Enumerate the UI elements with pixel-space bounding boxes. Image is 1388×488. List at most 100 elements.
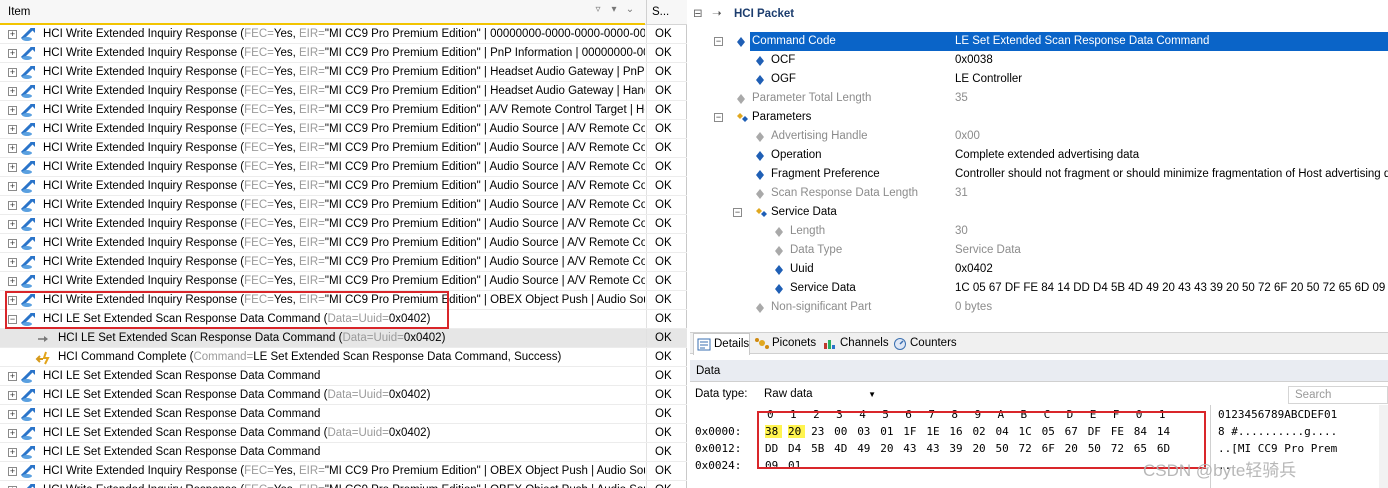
expand-icon[interactable]: + — [8, 277, 17, 286]
column-header-item[interactable]: Item — [8, 6, 30, 18]
packet-row-status: OK — [646, 329, 687, 347]
property-row[interactable]: Scan Response Data Length 31 — [690, 184, 1388, 203]
collapse-icon[interactable]: − — [714, 37, 723, 46]
hex-offset: 0x0012: — [695, 442, 742, 455]
expand-icon[interactable]: + — [8, 49, 17, 58]
expand-icon[interactable]: + — [8, 410, 17, 419]
packet-row[interactable]: +HCI Write Extended Inquiry Response (FE… — [0, 63, 687, 82]
property-row[interactable]: Length 30 — [690, 222, 1388, 241]
expand-icon[interactable]: + — [8, 429, 17, 438]
property-row[interactable]: − Command Code LE Set Extended Scan Respon… — [690, 32, 1388, 51]
gray-diamond-icon — [736, 93, 746, 104]
expand-icon[interactable]: + — [8, 220, 17, 229]
expand-icon[interactable]: + — [8, 68, 17, 77]
packet-row[interactable]: + HCI LE Set Extended Scan Response Data … — [0, 367, 687, 386]
property-row[interactable]: Operation Complete extended advertising d… — [690, 146, 1388, 165]
packet-row[interactable]: +HCI Write Extended Inquiry Response (FE… — [0, 101, 687, 120]
chevron-down-icon[interactable]: ⌄ — [622, 4, 638, 15]
packet-row[interactable]: + HCI LE Set Extended Scan Response Data … — [0, 386, 687, 405]
tab-channels[interactable]: Channels — [820, 333, 889, 354]
tab-counters[interactable]: Counters — [890, 333, 962, 354]
packet-row-status: OK — [646, 310, 687, 328]
tab-piconets[interactable]: Piconets — [752, 333, 818, 354]
tab-details[interactable]: Details — [693, 333, 750, 355]
packet-row-status: OK — [646, 177, 687, 195]
hex-offset: 0x0024: — [695, 459, 742, 472]
packet-out-icon — [20, 407, 37, 422]
property-row[interactable]: − Parameters — [690, 108, 1388, 127]
packet-row-status: OK — [646, 196, 687, 214]
packet-row-dim1: FEC= — [244, 199, 274, 211]
arrow-right-icon — [35, 331, 51, 346]
collapse-icon[interactable]: − — [714, 113, 723, 122]
hex-ascii[interactable]: ..[MI CC9 Pro Prem — [1218, 442, 1337, 455]
packet-row-rest: "MI CC9 Pro Premium Edition" | Audio Sou… — [324, 161, 645, 173]
column-header-status[interactable]: S... — [646, 0, 687, 25]
packet-row-dim2: EIR= — [299, 85, 325, 97]
data-type-select[interactable]: Raw data ▼ — [760, 385, 880, 405]
hex-scrollbar[interactable] — [1379, 405, 1388, 488]
packet-out-icon — [20, 388, 37, 403]
property-value: 1C 05 67 DF FE 84 14 DD D4 5B 4D 49 20 4… — [955, 282, 1388, 294]
expand-icon[interactable]: + — [8, 87, 17, 96]
packet-row-status: OK — [646, 234, 687, 252]
property-row[interactable]: − Service Data — [690, 203, 1388, 222]
packet-row[interactable]: HCI LE Set Extended Scan Response Data C… — [0, 329, 687, 348]
packet-row[interactable]: + HCI LE Set Extended Scan Response Data … — [0, 405, 687, 424]
expand-icon[interactable]: + — [8, 372, 17, 381]
packet-row[interactable]: +HCI Write Extended Inquiry Response (FE… — [0, 462, 687, 481]
packet-row-main: HCI Write Extended Inquiry Response ( — [43, 66, 245, 78]
packet-row[interactable]: +HCI Write Extended Inquiry Response (FE… — [0, 481, 687, 488]
packet-row[interactable]: +HCI Write Extended Inquiry Response (FE… — [0, 253, 687, 272]
blue-diamond-icon — [755, 74, 765, 85]
expand-icon[interactable]: + — [8, 467, 17, 476]
expand-icon[interactable]: + — [8, 163, 17, 172]
collapse-icon[interactable]: ⊟ — [693, 5, 703, 24]
property-row[interactable]: Uuid 0x0402 — [690, 260, 1388, 279]
packet-row[interactable]: HCI Command Complete (Command=LE Set Ext… — [0, 348, 687, 367]
packet-row[interactable]: +HCI Write Extended Inquiry Response (FE… — [0, 196, 687, 215]
expand-icon[interactable]: + — [8, 106, 17, 115]
packet-row[interactable]: +HCI Write Extended Inquiry Response (FE… — [0, 139, 687, 158]
packet-row[interactable]: +HCI Write Extended Inquiry Response (FE… — [0, 177, 687, 196]
packet-row[interactable]: + HCI LE Set Extended Scan Response Data … — [0, 424, 687, 443]
packet-row-main: HCI LE Set Extended Scan Response Data C… — [43, 370, 321, 382]
property-row[interactable]: Data Type Service Data — [690, 241, 1388, 260]
packet-row[interactable]: +HCI Write Extended Inquiry Response (FE… — [0, 44, 687, 63]
packet-row[interactable]: +HCI Write Extended Inquiry Response (FE… — [0, 272, 687, 291]
packet-row-v1: Yes, — [273, 465, 300, 477]
packet-row[interactable]: +HCI Write Extended Inquiry Response (FE… — [0, 158, 687, 177]
property-row[interactable]: Parameter Total Length 35 — [690, 89, 1388, 108]
filter-icon[interactable]: ▿ — [590, 4, 606, 15]
ascii-column-header: 0123456789ABCDEF01 — [1218, 408, 1338, 421]
expand-icon[interactable]: + — [8, 391, 17, 400]
packet-row[interactable]: +HCI Write Extended Inquiry Response (FE… — [0, 120, 687, 139]
expand-icon[interactable]: + — [8, 239, 17, 248]
property-row[interactable]: Fragment Preference Controller should not… — [690, 165, 1388, 184]
packet-row[interactable]: + HCI Write Extended Inquiry Response (FE… — [0, 215, 687, 234]
property-row[interactable]: Service Data 1C 05 67 DF FE 84 14 DD D4 5… — [690, 279, 1388, 298]
property-row[interactable]: OCF 0x0038 — [690, 51, 1388, 70]
packet-row[interactable]: +HCI Write Extended Inquiry Response (FE… — [0, 25, 687, 44]
expand-icon[interactable]: + — [8, 144, 17, 153]
packet-row-main: HCI LE Set Extended Scan Response Data C… — [43, 427, 328, 439]
packet-row-text: HCI Write Extended Inquiry Response (FEC… — [43, 215, 645, 233]
expand-icon[interactable]: + — [8, 258, 17, 267]
property-row[interactable]: Non-significant Part 0 bytes — [690, 298, 1388, 317]
hex-ascii[interactable]: 8 #..........g.... — [1218, 425, 1337, 438]
expand-icon[interactable]: + — [8, 182, 17, 191]
expand-icon[interactable]: + — [8, 125, 17, 134]
search-input[interactable]: Search — [1288, 386, 1388, 404]
blue-diamond-icon — [774, 283, 784, 294]
collapse-icon[interactable]: − — [733, 208, 742, 217]
expand-icon[interactable]: + — [8, 30, 17, 39]
packet-row-text: HCI LE Set Extended Scan Response Data C… — [43, 405, 645, 423]
property-row[interactable]: OGF LE Controller — [690, 70, 1388, 89]
expand-icon[interactable]: + — [8, 201, 17, 210]
packet-row[interactable]: +HCI Write Extended Inquiry Response (FE… — [0, 82, 687, 101]
expand-icon[interactable]: + — [8, 448, 17, 457]
property-row[interactable]: Advertising Handle 0x00 — [690, 127, 1388, 146]
packet-row[interactable]: + HCI LE Set Extended Scan Response Data … — [0, 443, 687, 462]
packet-row[interactable]: +HCI Write Extended Inquiry Response (FE… — [0, 234, 687, 253]
sort-icon[interactable]: ▾ — [606, 4, 622, 15]
